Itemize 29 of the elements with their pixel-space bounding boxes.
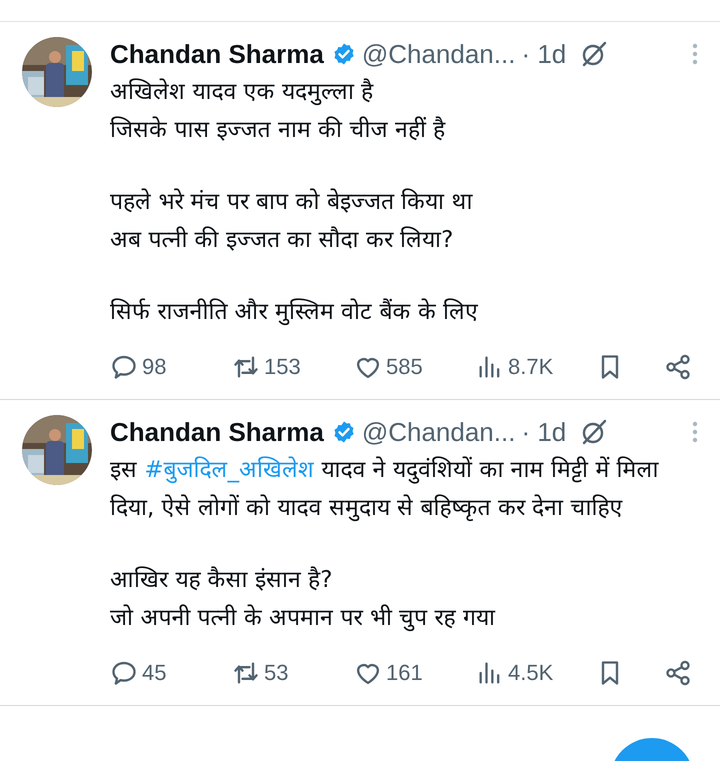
- author-handle: @Chandan...: [362, 416, 516, 448]
- post-text: पहले भरे मंच पर बाप को बेइज्जत किया था: [110, 187, 474, 217]
- post-time: · 1d: [521, 416, 566, 448]
- slashed-circle-icon[interactable]: [580, 40, 608, 68]
- author-name: Chandan Sharma: [110, 416, 324, 448]
- post-time: · 1d: [521, 38, 566, 70]
- view-count: 8.7K: [508, 354, 554, 380]
- post-text: जिसके पास इज्जत नाम की चीज नहीं है: [110, 115, 446, 145]
- reply-icon[interactable]: [110, 353, 138, 381]
- slashed-circle-icon[interactable]: [580, 418, 608, 446]
- post-text: अब पत्नी की इज्जत का सौदा कर लिया?: [110, 225, 454, 255]
- post-text: अखिलेश यादव एक यदमुल्ला है: [110, 77, 374, 108]
- replie-count: 45: [142, 660, 166, 686]
- author-handle: @Chandan...: [362, 38, 516, 70]
- share-icon[interactable]: [664, 353, 692, 381]
- author-name: Chandan Sharma: [110, 38, 324, 70]
- like-count: 161: [386, 660, 423, 686]
- share-icon[interactable]: [664, 659, 692, 687]
- like-count: 585: [386, 354, 423, 380]
- reply-icon[interactable]: [110, 659, 138, 687]
- repost-count: 153: [264, 354, 301, 380]
- post-text: आखिर यह कैसा इंसान है?: [110, 565, 334, 595]
- view-count: 4.5K: [508, 660, 554, 686]
- post-text: सिर्फ राजनीति और मुस्लिम वोट बैंक के लिए: [110, 297, 480, 328]
- post-text: इस #बुजदिल_अखिलेश यादव ने यदुवंशियों का नाम मिट्टी में मिला दिया, ऐसे लोगों को यादव समुदाय से बहिष्कृत कर देना चाहिए: [110, 455, 660, 524]
- post-text: जो अपनी पत्नी के अपमान पर भी चुप रह गया: [110, 603, 496, 634]
- repost-count: 53: [264, 660, 288, 686]
- replie-count: 98: [142, 354, 166, 380]
- hashtag-link[interactable]: #बुजदिल_अखिलेश: [144, 457, 314, 483]
